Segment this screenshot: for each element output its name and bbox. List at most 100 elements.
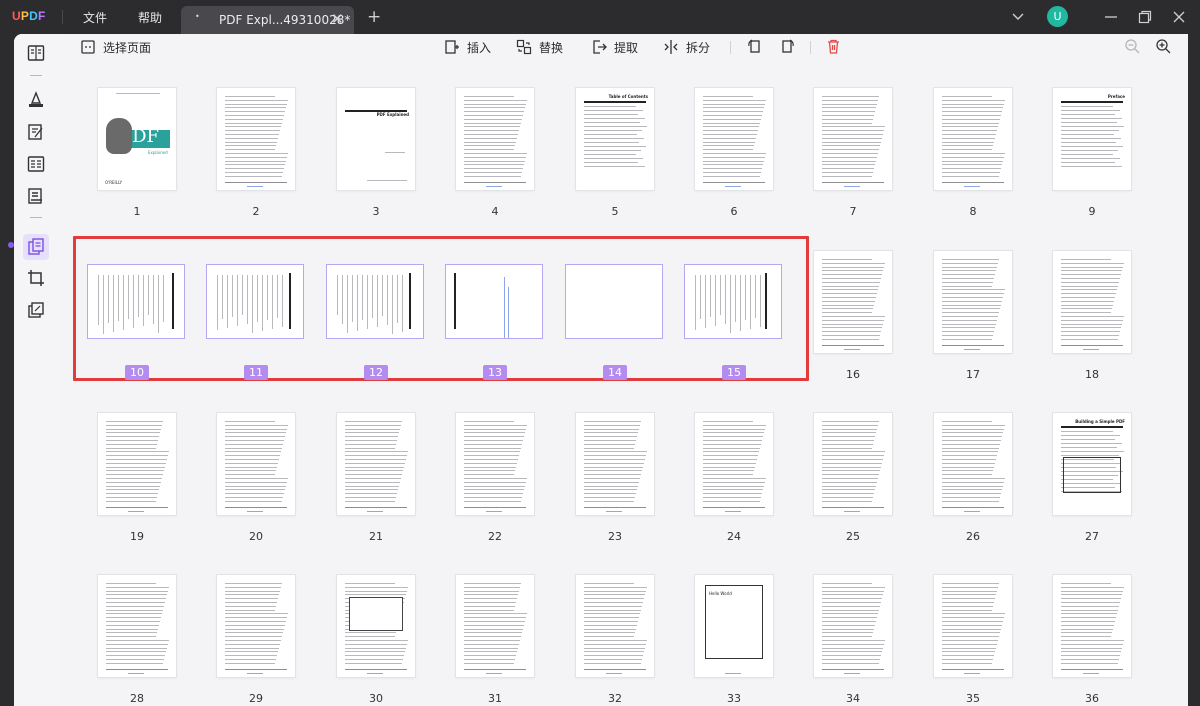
page-thumbnail-8[interactable]: 8 — [923, 78, 1023, 228]
app-logo[interactable]: UPDF — [12, 9, 46, 23]
text-line — [942, 662, 992, 664]
text-line — [225, 470, 276, 472]
edit-icon[interactable] — [26, 122, 46, 142]
page-thumbnail-4[interactable]: 4 — [445, 78, 545, 228]
page-thumbnail-36[interactable]: 36 — [1042, 565, 1142, 706]
restore-icon[interactable] — [1136, 8, 1154, 26]
page-thumbnail-35[interactable]: 35 — [923, 565, 1023, 706]
page-thumbnail-15[interactable]: 15 — [684, 241, 784, 391]
page-preview — [576, 413, 654, 515]
page-preview: Hello World — [695, 575, 773, 677]
zoom-out-icon[interactable] — [1124, 38, 1141, 55]
text-line — [942, 443, 1000, 445]
text-line — [1061, 308, 1112, 310]
text-line — [397, 275, 398, 323]
replace-button[interactable]: 替换 — [516, 38, 563, 56]
insert-label: 插入 — [467, 40, 492, 55]
text-line — [942, 103, 1004, 105]
page-thumbnail-10[interactable]: 10 — [87, 241, 187, 391]
text-line — [232, 275, 233, 317]
menu-file[interactable]: 文件 — [83, 9, 107, 26]
form-icon[interactable] — [26, 154, 46, 174]
text-line — [464, 141, 516, 143]
text-line — [822, 297, 876, 298]
page-thumbnail-9[interactable]: Preface 9 — [1042, 78, 1142, 228]
close-window-icon[interactable] — [1170, 8, 1188, 26]
split-button[interactable]: 拆分 — [663, 38, 710, 56]
delete-icon[interactable] — [825, 38, 842, 55]
page-thumbnail-21[interactable]: 21 — [326, 403, 426, 553]
page-thumbnail-12[interactable]: 12 — [326, 241, 426, 391]
page-thumbnail-20[interactable]: 20 — [206, 403, 306, 553]
text-line — [225, 662, 275, 664]
page-number: 1 — [133, 205, 141, 218]
page-thumbnail-24[interactable]: 24 — [684, 403, 784, 553]
page-thumbnail-7[interactable]: 7 — [803, 78, 903, 228]
text-line — [584, 493, 636, 495]
avatar[interactable]: U — [1047, 6, 1068, 27]
rotate-right-icon[interactable] — [779, 38, 796, 55]
page-thumbnail-13[interactable]: 13 — [445, 241, 545, 391]
page-thumbnail-27[interactable]: Building a Simple PDF 27 — [1042, 403, 1142, 553]
text-line — [372, 275, 373, 318]
organize-pages-icon[interactable] — [26, 237, 46, 257]
text-line — [106, 586, 169, 588]
new-tab-button[interactable]: + — [367, 7, 381, 27]
text-line — [103, 275, 104, 334]
text-line — [106, 474, 163, 476]
layers-icon[interactable] — [26, 300, 46, 320]
page-thumbnail-34[interactable]: 34 — [803, 565, 903, 706]
text-line — [464, 156, 526, 158]
text-line — [584, 134, 637, 135]
page-thumbnail-22[interactable]: 22 — [445, 403, 545, 553]
page-thumbnail-2[interactable]: 2 — [206, 78, 306, 228]
text-line — [822, 99, 878, 101]
page-thumbnail-16[interactable]: 16 — [803, 241, 903, 391]
page-thumbnail-31[interactable]: 31 — [445, 565, 545, 706]
text-line — [822, 451, 885, 453]
text-line — [225, 175, 282, 177]
text-line — [584, 142, 639, 143]
page-thumbnail-25[interactable]: 25 — [803, 403, 903, 553]
zoom-in-icon[interactable] — [1155, 38, 1172, 55]
insert-button[interactable]: 插入 — [444, 38, 491, 56]
text-line — [464, 172, 522, 173]
extract-button[interactable]: 提取 — [591, 38, 638, 56]
menu-help[interactable]: 帮助 — [138, 9, 162, 26]
text-line — [106, 478, 162, 479]
page-thumbnail-28[interactable]: 28 — [87, 565, 187, 706]
page-thumbnail-32[interactable]: 32 — [565, 565, 665, 706]
page-thumbnail-23[interactable]: 23 — [565, 403, 665, 553]
text-line — [584, 669, 646, 670]
page-thumbnail-30[interactable]: 30 — [326, 565, 426, 706]
page-heading: Building a Simple PDF — [1075, 419, 1125, 424]
page-thumbnail-26[interactable]: 26 — [923, 403, 1023, 553]
page-thumbnail-17[interactable]: 17 — [923, 241, 1023, 391]
page-thumbnail-1[interactable]: PDF Explained O'REILLY 1 — [87, 78, 187, 228]
page-thumbnail-11[interactable]: 11 — [206, 241, 306, 391]
page-thumbnail-3[interactable]: PDF Explained 3 — [326, 78, 426, 228]
text-line — [153, 275, 154, 324]
page-thumbnail-14[interactable]: 14 — [565, 241, 665, 391]
comment-icon[interactable] — [26, 90, 46, 110]
page-thumbnail-29[interactable]: 29 — [206, 565, 306, 706]
page-thumbnail-33[interactable]: Hello World 33 — [684, 565, 784, 706]
reader-icon[interactable] — [26, 43, 46, 63]
chevron-down-icon[interactable] — [1011, 9, 1025, 23]
text-line — [822, 115, 874, 116]
select-pages-button[interactable]: 选择页面 — [80, 38, 151, 56]
page-thumbnail-5[interactable]: Table of Contents 5 — [565, 78, 665, 228]
document-tab[interactable]: • PDF Expl...49310028* ✕ — [181, 6, 354, 34]
organize-icon[interactable] — [26, 186, 46, 206]
text-line — [703, 474, 753, 476]
close-tab-icon[interactable]: ✕ — [331, 10, 344, 28]
rotate-left-icon[interactable] — [746, 38, 763, 55]
minimize-icon[interactable] — [1102, 8, 1120, 26]
text-line — [357, 275, 358, 331]
page-thumbnail-6[interactable]: 6 — [684, 78, 784, 228]
crop-icon[interactable] — [26, 268, 46, 288]
page-thumbnail-19[interactable]: 19 — [87, 403, 187, 553]
page-thumbnail-18[interactable]: 18 — [1042, 241, 1142, 391]
text-line — [822, 421, 879, 422]
text-line — [822, 118, 873, 120]
